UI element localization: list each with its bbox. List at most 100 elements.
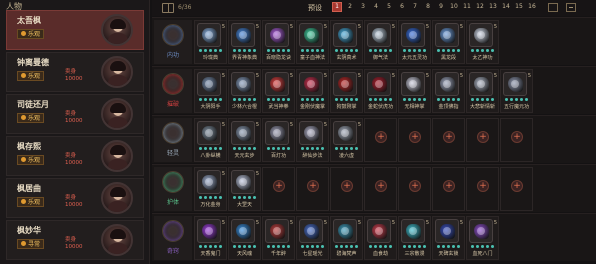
add-skill-icon[interactable]: + <box>341 180 353 192</box>
progress-bead <box>253 147 256 150</box>
preset-page-4[interactable]: 4 <box>371 2 381 12</box>
character-card[interactable]: 司徒还月 乐观 卖身 10000 <box>6 94 144 134</box>
skill-level: 5 <box>323 24 327 30</box>
add-skill-icon[interactable]: + <box>409 180 421 192</box>
add-skill-icon[interactable]: + <box>443 131 455 143</box>
add-skill-icon[interactable]: + <box>307 180 319 192</box>
empty-slot[interactable]: + <box>398 118 431 162</box>
skill-card[interactable]: 5 无相神掌 <box>398 69 431 113</box>
preset-page-14[interactable]: 14 <box>501 2 511 12</box>
skill-card[interactable]: 5 天碑玄锁 <box>432 216 465 260</box>
empty-slot[interactable]: + <box>500 118 533 162</box>
preset-page-9[interactable]: 9 <box>436 2 446 12</box>
empty-slot[interactable]: + <box>364 167 397 211</box>
empty-slot[interactable]: + <box>364 118 397 162</box>
skill-card[interactable]: 5 童子血神法 <box>296 20 329 64</box>
add-skill-icon[interactable]: + <box>511 131 523 143</box>
skill-card[interactable]: 5 太元五灵功 <box>398 20 431 64</box>
add-skill-icon[interactable]: + <box>511 180 523 192</box>
skill-card[interactable]: 5 三宗散漫 <box>398 216 431 260</box>
empty-slot[interactable]: + <box>466 118 499 162</box>
skill-card[interactable]: 5 金刚伏魔掌 <box>296 69 329 113</box>
category-tab[interactable]: 摧破 <box>154 69 192 113</box>
character-card[interactable]: 太吾枫 乐观 <box>6 10 144 50</box>
skill-card[interactable]: 5 太乙神功 <box>466 20 499 64</box>
skill-card[interactable]: 5 天香鬼门 <box>194 216 227 260</box>
preset-page-11[interactable]: 11 <box>462 2 472 12</box>
book-icon[interactable] <box>162 3 174 13</box>
category-tab[interactable]: 轻灵 <box>154 118 192 162</box>
preset-page-1[interactable]: 1 <box>332 2 342 12</box>
empty-slot[interactable]: + <box>330 167 363 211</box>
skill-card[interactable]: 5 千年醉 <box>262 216 295 260</box>
skill-card[interactable]: 5 大阴阳手 <box>194 69 227 113</box>
skill-card[interactable]: 5 五行魔元功 <box>500 69 533 113</box>
empty-slot[interactable]: + <box>500 167 533 211</box>
skill-name: 百晓隐龙诀 <box>265 55 291 61</box>
empty-slot[interactable]: + <box>296 167 329 211</box>
preset-page-3[interactable]: 3 <box>358 2 368 12</box>
skill-card[interactable]: 5 天风魂 <box>228 216 261 260</box>
skill-card[interactable]: 5 玄阴真术 <box>330 20 363 64</box>
skill-card[interactable]: 5 七星瑶光 <box>296 216 329 260</box>
skill-card[interactable]: 5 万化金身 <box>194 167 227 211</box>
skill-card[interactable]: 5 碧海梵声 <box>330 216 363 260</box>
skill-card[interactable]: 5 大罡天 <box>228 167 261 211</box>
add-skill-icon[interactable]: + <box>375 180 387 192</box>
skill-card[interactable]: 5 血食劫 <box>364 216 397 260</box>
skill-card[interactable]: 5 黑龙段 <box>432 20 465 64</box>
skill-card[interactable]: 5 金蛇伏虎功 <box>364 69 397 113</box>
preset-page-5[interactable]: 5 <box>384 2 394 12</box>
preset-page-6[interactable]: 6 <box>397 2 407 12</box>
character-card[interactable]: 枫妙华 寻常 卖身 10000 <box>6 220 144 260</box>
add-skill-icon[interactable]: + <box>273 180 285 192</box>
skill-card[interactable]: 5 醉仙步法 <box>296 118 329 162</box>
progress-bead <box>199 147 202 150</box>
category-tab[interactable]: 内功 <box>154 20 192 64</box>
preset-page-2[interactable]: 2 <box>345 2 355 12</box>
skill-card[interactable]: 5 百晓隐龙诀 <box>262 20 295 64</box>
category-tab[interactable]: 奇窍 <box>154 216 192 260</box>
skill-card[interactable]: 5 八卦纵横 <box>194 118 227 162</box>
add-skill-icon[interactable]: + <box>443 180 455 192</box>
skill-card[interactable]: 5 武当神拳 <box>262 69 295 113</box>
skill-card[interactable]: 5 凌六虚 <box>330 118 363 162</box>
copy-icon[interactable] <box>548 3 558 12</box>
preset-page-12[interactable]: 12 <box>475 2 485 12</box>
skill-card[interactable]: 5 血死八门 <box>466 216 499 260</box>
skill-card[interactable]: 5 界青神象典 <box>228 20 261 64</box>
preset-page-8[interactable]: 8 <box>423 2 433 12</box>
skill-card[interactable]: 5 百灯功 <box>262 118 295 162</box>
skill-card[interactable]: 5 御气法 <box>364 20 397 64</box>
skill-glow <box>307 31 315 39</box>
category-tab[interactable]: 护体 <box>154 167 192 211</box>
skill-card[interactable]: 5 金顶佛指 <box>432 69 465 113</box>
skill-card[interactable]: 5 狗鼓刚掌 <box>330 69 363 113</box>
preset-page-13[interactable]: 13 <box>488 2 498 12</box>
skill-card[interactable]: 5 玲珑典 <box>194 20 227 64</box>
progress-bead <box>199 245 202 248</box>
character-card[interactable]: 枫居曲 乐观 卖身 10000 <box>6 178 144 218</box>
add-skill-icon[interactable]: + <box>375 131 387 143</box>
progress-bead <box>481 245 484 248</box>
add-skill-icon[interactable]: + <box>409 131 421 143</box>
character-card[interactable]: 钟离曼德 乐观 卖身 10000 <box>6 52 144 92</box>
preset-page-15[interactable]: 15 <box>514 2 524 12</box>
preset-page-10[interactable]: 10 <box>449 2 459 12</box>
character-card[interactable]: 枫存熙 乐观 卖身 10000 <box>6 136 144 176</box>
empty-slot[interactable]: + <box>398 167 431 211</box>
empty-slot[interactable]: + <box>466 167 499 211</box>
skill-card[interactable]: 5 少林六合棍 <box>228 69 261 113</box>
preset-page-16[interactable]: 16 <box>527 2 537 12</box>
skill-card[interactable]: 5 大悲斩情斩 <box>466 69 499 113</box>
empty-slot[interactable]: + <box>432 118 465 162</box>
skill-card[interactable]: 5 天元玄步 <box>228 118 261 162</box>
preset-page-7[interactable]: 7 <box>410 2 420 12</box>
add-skill-icon[interactable]: + <box>477 180 489 192</box>
minus-icon[interactable] <box>566 3 576 12</box>
empty-slot[interactable]: + <box>262 167 295 211</box>
skill-level: 5 <box>357 73 361 79</box>
add-skill-icon[interactable]: + <box>477 131 489 143</box>
skill-glow <box>409 80 417 88</box>
empty-slot[interactable]: + <box>432 167 465 211</box>
